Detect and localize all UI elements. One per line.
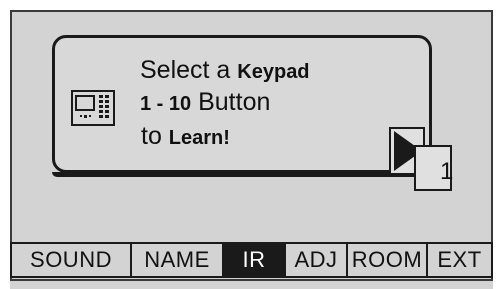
tab-bar: SOUND NAME IR ADJ ROOM EXT: [10, 242, 493, 278]
tab-adj[interactable]: ADJ: [286, 244, 348, 276]
tab-sound[interactable]: SOUND: [12, 244, 132, 276]
tab-ir[interactable]: IR: [224, 244, 286, 276]
tab-name[interactable]: NAME: [132, 244, 224, 276]
tab-ext[interactable]: EXT: [428, 244, 491, 276]
tab-room[interactable]: ROOM: [348, 244, 428, 276]
